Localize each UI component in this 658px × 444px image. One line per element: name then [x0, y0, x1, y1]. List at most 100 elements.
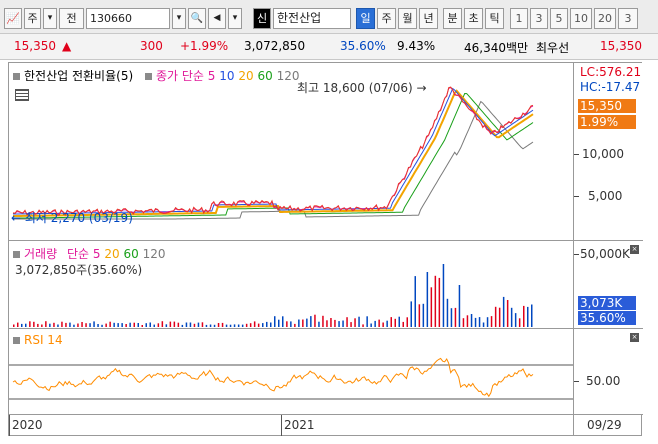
chart-type-icon[interactable]: 📈: [4, 8, 22, 29]
volume-bar: [101, 324, 103, 327]
stock-type-select[interactable]: 주: [24, 8, 41, 29]
market-select[interactable]: 전: [59, 8, 84, 29]
turnover-rate: 9.43%: [397, 39, 436, 53]
volume-close-icon[interactable]: ×: [630, 245, 639, 254]
grid-table-icon[interactable]: [15, 89, 29, 101]
interval-20-button[interactable]: 20: [594, 8, 616, 29]
volume-bar: [189, 322, 192, 327]
volume-bar: [270, 322, 272, 327]
volume-bar: [394, 318, 396, 327]
volume-bar: [510, 307, 513, 327]
search-icon[interactable]: 🔍: [188, 8, 206, 29]
date-current: 09/29: [587, 418, 622, 432]
volume-bar: [225, 324, 228, 327]
period-day-button[interactable]: 일: [356, 8, 375, 29]
price-line: [12, 86, 534, 216]
volume-bar: [193, 323, 196, 327]
tick-5000: 5,000: [588, 189, 623, 203]
period-second-button[interactable]: 초: [464, 8, 483, 29]
interval-3-button[interactable]: 3: [530, 8, 548, 29]
volume-bar: [141, 325, 143, 327]
volume-current-label: 3,073K: [578, 296, 636, 310]
period-week-button[interactable]: 주: [377, 8, 396, 29]
rsi-pane[interactable]: RSI 14: [9, 329, 573, 415]
period-tick-button[interactable]: 틱: [485, 8, 504, 29]
volume-bar: [69, 322, 71, 327]
ma-label: 종가 단순: [155, 69, 204, 83]
price-pane[interactable]: 한전산업 전환비율(5) 종가 단순 5 10 20 60 120 최고 18,…: [9, 63, 573, 241]
ma120-line: [13, 100, 534, 220]
stock-code-dropdown-icon[interactable]: ▾: [172, 8, 186, 29]
volume-bar: [302, 319, 304, 327]
volume-pane[interactable]: 거래량 단순 5 20 60 120 3,072,850주(35.60%): [9, 241, 573, 329]
ma10-label: 10: [219, 69, 235, 83]
period-minute-button[interactable]: 분: [443, 8, 462, 29]
interval-5-button[interactable]: 5: [550, 8, 568, 29]
volume-bar: [81, 322, 83, 327]
volume-ma-label: 단순: [66, 247, 90, 261]
volume-bar: [153, 324, 155, 327]
volume-bar: [262, 323, 264, 327]
volume-bar: [442, 264, 445, 327]
price-change: 300: [140, 39, 163, 53]
volume-current-pct-label: 35.60%: [578, 311, 636, 325]
volume-bar: [294, 323, 296, 327]
stock-type-dropdown-icon[interactable]: ▾: [43, 8, 57, 29]
quote-bar: 15,350 ▲ 300 +1.99% 3,072,850 35.60% 9.4…: [0, 34, 658, 60]
volume-bar: [21, 323, 23, 327]
interval-10-button[interactable]: 10: [570, 8, 592, 29]
volume-bar: [105, 323, 107, 327]
interval-30-button[interactable]: 3: [618, 8, 638, 29]
volume-bar: [518, 318, 521, 327]
best-ask-price: 15,350: [600, 39, 642, 53]
volume-bar: [113, 322, 115, 327]
volume-bar: [298, 319, 300, 327]
volume-bar: [173, 321, 176, 327]
volume-bar: [137, 323, 139, 327]
stock-code-input[interactable]: 130660: [86, 8, 170, 29]
period-year-button[interactable]: 년: [419, 8, 438, 29]
volume-bar: [414, 276, 416, 327]
current-price-label: 15,350: [578, 99, 636, 113]
stock-name-field[interactable]: 한전산업: [273, 8, 351, 29]
prev-stock-icon[interactable]: ◀: [208, 8, 226, 29]
volume-bar: [466, 315, 469, 327]
volume-bar: [290, 321, 292, 327]
volume-bar: [53, 322, 55, 327]
up-arrow-icon: ▲: [62, 39, 72, 53]
volume-bar: [209, 324, 212, 327]
volume-bar: [249, 323, 252, 327]
volume-bar: [57, 324, 59, 327]
interval-1-button[interactable]: 1: [510, 8, 528, 29]
volume-bar: [386, 320, 388, 327]
volume-bar: [446, 298, 449, 327]
volume-bar: [117, 323, 119, 327]
volume-bar: [161, 321, 164, 327]
ma60-line: [13, 92, 534, 219]
volume-bar: [410, 301, 412, 327]
vol-ma60-label: 60: [123, 247, 139, 261]
stock-list-dropdown-icon[interactable]: ▾: [228, 8, 242, 29]
volume-bar: [201, 322, 204, 327]
volume-bar: [514, 313, 517, 327]
volume-axis: × 50,000K 3,073K 35.60%: [573, 241, 643, 329]
lc-value: LC:576.21: [580, 65, 642, 79]
volume-bar: [237, 324, 240, 327]
volume-bar: [282, 316, 284, 327]
volume-bar: [470, 314, 473, 327]
min-price-note: ← 최저 2,270 (03/19): [11, 211, 133, 225]
volume-bar: [217, 323, 220, 327]
volume-bar: [426, 272, 429, 327]
volume-bar: [45, 321, 47, 327]
volume-bar: [494, 306, 497, 327]
price-change-pct: +1.99%: [180, 39, 229, 53]
volume-bar: [523, 305, 525, 327]
volume-bar: [454, 307, 457, 327]
volume-bar: [157, 323, 160, 327]
max-price-note: 최고 18,600 (07/06) →: [297, 81, 427, 95]
ma10-line: [13, 87, 534, 215]
rsi-close-icon[interactable]: ×: [630, 333, 639, 342]
period-month-button[interactable]: 월: [398, 8, 417, 29]
volume-bar: [149, 322, 151, 327]
volume-bar: [253, 321, 256, 327]
